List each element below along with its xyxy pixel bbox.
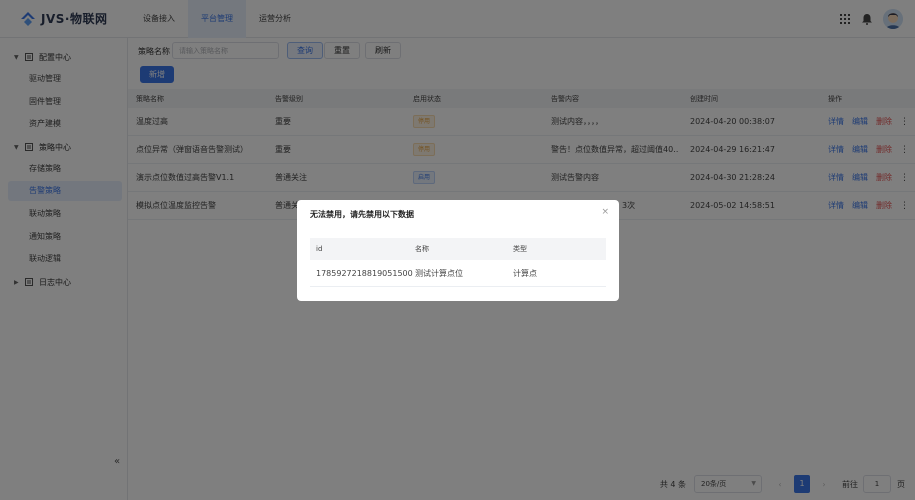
cell-name: 测试计算点位 (415, 269, 463, 278)
col-header: 类型 (513, 245, 527, 253)
close-icon[interactable]: × (601, 207, 609, 217)
col-header: 名称 (415, 245, 429, 253)
cell-type: 计算点 (513, 269, 537, 278)
warning-dialog: 无法禁用，请先禁用以下数据 × id 名称 类型 178592721881905… (297, 200, 619, 301)
col-header: id (316, 245, 323, 253)
table-row: 1785927218819051500 测试计算点位 计算点 (310, 260, 606, 287)
cell-id: 1785927218819051500 (316, 269, 413, 278)
dialog-table: id 名称 类型 1785927218819051500 测试计算点位 计算点 (310, 238, 606, 287)
dialog-title: 无法禁用，请先禁用以下数据 (310, 210, 414, 219)
dialog-table-header: id 名称 类型 (310, 238, 606, 260)
